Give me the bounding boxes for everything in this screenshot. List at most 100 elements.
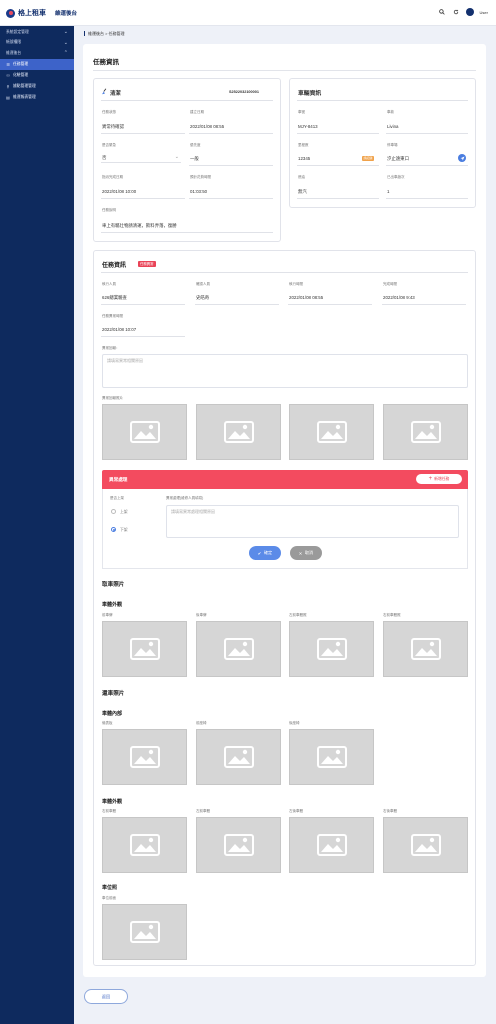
sidebar-group-system[interactable]: 系統設定管理 ⌄ (0, 27, 74, 38)
brand-name: 格上租車 (18, 10, 46, 17)
sidebar-item-tasks[interactable]: ☰ 任務管理 (0, 58, 74, 70)
exec-time-value: 2022/01/08 08:55 (289, 295, 324, 300)
field-underline (101, 232, 273, 233)
search-icon[interactable] (438, 8, 446, 16)
chevron-down-icon: ⌄ (174, 154, 179, 160)
field-label: 燃油 (298, 175, 305, 179)
cancel-label: 取消 (304, 550, 314, 555)
image-icon (316, 421, 347, 443)
pickup-photo[interactable] (383, 621, 468, 677)
image-icon (223, 834, 254, 856)
abnormal-photo[interactable] (289, 404, 374, 460)
chevron-up-icon: ⌃ (63, 50, 68, 57)
urgent-select[interactable]: 否 ⌄ (101, 152, 181, 163)
return-interior-title: 車體內部 (102, 711, 123, 717)
abnormal-handling-title: 異常處理 (109, 477, 128, 482)
sidebar-group-account[interactable]: 帳號權限 ⌄ (0, 38, 74, 49)
image-icon (129, 921, 160, 943)
shelf-radio-label: 是否上架 (110, 496, 124, 500)
fuel-value: 無汽 (298, 189, 307, 194)
sidebar-item-users[interactable]: ⚇ 化驗管理 (0, 70, 74, 81)
image-icon (316, 834, 347, 856)
divider (297, 100, 468, 101)
sidebar-item-locations[interactable]: ⚲ 據點管理管理 (0, 81, 74, 92)
finish-time-value: 2022/01/08 9:43 (383, 295, 415, 300)
field-label: 任務狀態 (102, 110, 116, 114)
app-subtitle: 維運後台 (55, 11, 78, 17)
image-icon (223, 746, 254, 768)
return-exterior-photo[interactable] (289, 817, 374, 873)
radio-shelf-off[interactable] (111, 527, 116, 532)
field-label: 車號 (298, 110, 305, 114)
abnormal-report-textarea[interactable]: 請填寫異常相關原因 (102, 354, 468, 388)
user-name[interactable]: User (480, 10, 488, 15)
mileage-value: 12345 (298, 156, 311, 161)
field-label: 預計花費時間 (190, 175, 211, 179)
abnormal-photo[interactable] (383, 404, 468, 460)
field-underline (297, 198, 379, 199)
return-interior-photo[interactable] (289, 729, 374, 785)
check-icon: ✔ (257, 550, 262, 556)
image-icon (129, 834, 160, 856)
parking-title: 車位照 (102, 885, 118, 891)
divider (93, 70, 476, 71)
pickup-photo[interactable] (196, 621, 281, 677)
image-icon (129, 638, 160, 660)
field-label: 里程數 (298, 143, 309, 147)
sidebar-item-label: 據點管理管理 (13, 83, 36, 88)
field-underline (189, 165, 273, 166)
handling-desc-label: 異常處理(維修人員填寫) (166, 496, 204, 500)
navigate-icon[interactable] (458, 154, 466, 162)
field-label: 優先度 (190, 143, 201, 147)
report-icon: ▤ (6, 94, 10, 100)
photo-label: 左後車體 (289, 809, 303, 813)
image-icon (223, 638, 254, 660)
return-exterior-photo[interactable] (383, 817, 468, 873)
pickup-exterior-title: 車體外觀 (102, 602, 123, 608)
refresh-icon[interactable] (452, 8, 460, 16)
cancel-button[interactable]: ✕ 取消 (290, 546, 322, 560)
broom-icon (101, 88, 108, 96)
return-interior-photo[interactable] (196, 729, 281, 785)
return-interior-photo[interactable] (102, 729, 187, 785)
return-exterior-photo[interactable] (102, 817, 187, 873)
sidebar-item-reports[interactable]: ▤ 維運報表管理 (0, 92, 74, 103)
field-label: 執行人員 (102, 282, 116, 286)
add-task-button[interactable]: + 新增任務 (416, 474, 462, 484)
confirmer-value: 史皓奇 (196, 295, 210, 300)
handling-desc-textarea[interactable]: 請填寫異常處理相關原因 (166, 505, 459, 538)
abnormal-photo[interactable] (196, 404, 281, 460)
return-photos-title: 還車照片 (102, 691, 125, 697)
return-exterior-photo[interactable] (196, 817, 281, 873)
pickup-photo[interactable] (289, 621, 374, 677)
pickup-photo[interactable] (102, 621, 187, 677)
photo-label: 車位前面 (102, 896, 116, 900)
parking-photo[interactable] (102, 904, 187, 960)
avatar[interactable] (465, 8, 474, 16)
chevron-down-icon: ⌄ (63, 29, 68, 36)
field-label: 車款 (387, 110, 394, 114)
radio-shelf-on[interactable] (111, 509, 116, 514)
field-underline (101, 198, 185, 199)
photo-label: 左前車體 (196, 809, 210, 813)
confirm-button[interactable]: ✔ 確定 (249, 546, 281, 560)
field-label: 任務異常時間 (102, 314, 123, 318)
field-underline (101, 304, 185, 305)
field-underline (382, 304, 466, 305)
brand[interactable]: 格上租車 維運後台 (6, 8, 77, 18)
photo-label: 右前車體 (102, 809, 116, 813)
abnormal-photo[interactable] (102, 404, 187, 460)
abnormal-handling-header: 異常處理 + 新增任務 (102, 470, 468, 489)
list-icon: ☰ (6, 61, 10, 67)
mileage-tag: 請記錄 (362, 156, 375, 161)
field-underline (297, 165, 379, 166)
field-underline (195, 304, 279, 305)
chevron-down-icon: ⌄ (63, 39, 68, 46)
field-label: 是否緊急 (102, 143, 116, 147)
task-status-value: 異常待確認 (102, 124, 124, 129)
sidebar-group-ops[interactable]: 維運後台 ⌃ (0, 48, 74, 59)
photo-label: 前車牌 (102, 613, 113, 617)
field-label: 停車場 (387, 143, 398, 147)
photo-label: 左前車體照 (289, 613, 307, 617)
back-button[interactable]: 返回 (84, 989, 128, 1004)
